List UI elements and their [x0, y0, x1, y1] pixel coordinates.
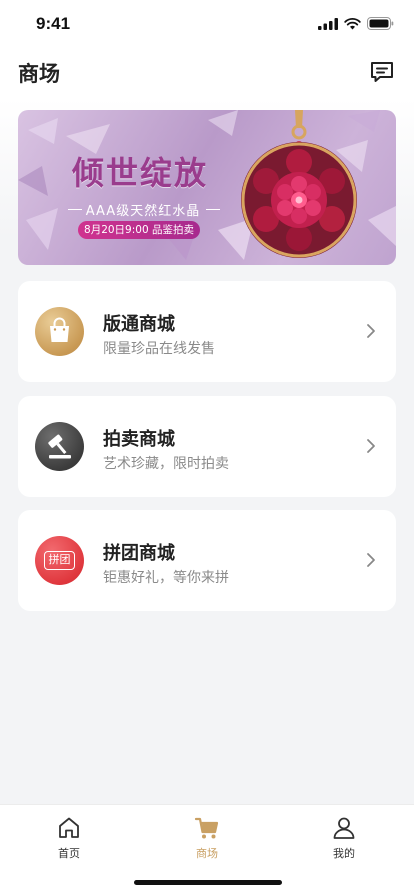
page-header: 商场: [0, 50, 414, 98]
status-icons: [318, 17, 394, 30]
cart-icon: [194, 817, 219, 839]
shopping-bag-glyph: [50, 317, 69, 342]
chevron-right-icon: [367, 553, 375, 567]
shopping-bag-icon: [35, 307, 84, 356]
chevron-right-icon: [367, 324, 375, 338]
card-title: 版通商城: [103, 314, 175, 335]
banner-divider-right: [206, 209, 220, 210]
page-title: 商场: [18, 62, 60, 86]
card-subtitle: 限量珍品在线发售: [103, 341, 215, 357]
user-icon: [333, 817, 355, 839]
gavel-glyph: [48, 434, 71, 459]
banner-title: 倾世绽放: [71, 154, 208, 192]
card-title: 拍卖商城: [103, 429, 175, 450]
banner-tag: 8月20日9:00 品鉴拍卖: [78, 221, 200, 239]
group-buy-badge: 拼团: [44, 551, 75, 570]
tab-label: 商场: [196, 847, 218, 860]
ruby-pendant-image: [241, 110, 357, 258]
message-icon: [371, 62, 393, 82]
home-indicator: [134, 880, 282, 885]
card-subtitle: 艺术珍藏，限时拍卖: [103, 456, 229, 472]
message-button[interactable]: [368, 58, 396, 86]
tab-profile[interactable]: 我的: [304, 815, 384, 861]
card-subtitle: 钜惠好礼，等你来拼: [103, 570, 229, 586]
mall-card-bantong[interactable]: 版通商城 限量珍品在线发售: [18, 281, 396, 382]
signal-icon: [318, 17, 338, 30]
card-title: 拼团商城: [103, 543, 175, 564]
status-time: 9:41: [36, 14, 71, 33]
wifi-icon: [344, 17, 361, 29]
banner-subtitle: AAA级天然红水晶: [85, 204, 201, 219]
home-icon: [59, 817, 79, 838]
group-buy-badge-text: 拼团: [48, 553, 71, 566]
promo-banner[interactable]: 倾世绽放 AAA级天然红水晶 8月20日9:00 品鉴拍卖: [18, 110, 396, 265]
tab-label: 我的: [333, 847, 355, 860]
tab-home[interactable]: 首页: [29, 815, 109, 861]
status-bar: 9:41: [0, 0, 414, 50]
chevron-right-icon: [367, 439, 375, 453]
battery-icon: [367, 17, 394, 30]
group-buy-icon: 拼团: [35, 536, 84, 585]
tab-mall[interactable]: 商场: [167, 815, 247, 861]
gavel-icon: [35, 422, 84, 471]
mall-card-group-buy[interactable]: 拼团 拼团商城 钜惠好礼，等你来拼: [18, 510, 396, 611]
mall-card-auction[interactable]: 拍卖商城 艺术珍藏，限时拍卖: [18, 396, 396, 497]
tab-label: 首页: [58, 847, 80, 860]
